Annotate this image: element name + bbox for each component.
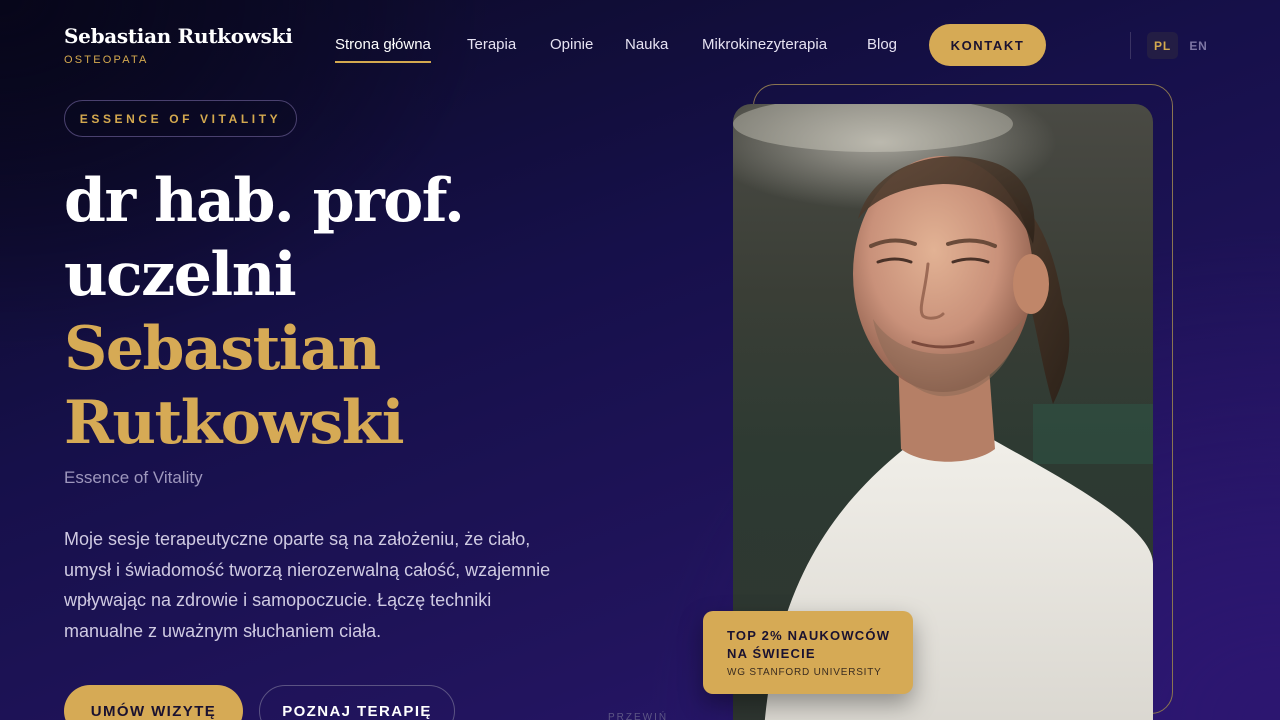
nav-item-terapia[interactable]: Terapia	[467, 36, 516, 53]
hero-name-line-1: Sebastian	[64, 314, 381, 384]
hero-title-line-2: uczelni	[64, 240, 297, 310]
discover-therapy-button[interactable]: POZNAJ TERAPIĘ	[259, 685, 455, 720]
hero-title-line-1: dr hab. prof.	[64, 166, 465, 236]
brand[interactable]: Sebastian Rutkowski OSTEOPATA	[64, 24, 293, 66]
nav-item-opinie[interactable]: Opinie	[550, 36, 593, 53]
nav-item-strona-glowna[interactable]: Strona główna	[335, 36, 431, 63]
hero-headline: dr hab. prof. uczelni Sebastian Rutkowsk…	[64, 164, 624, 460]
hero-tagline: Essence of Vitality	[64, 468, 203, 487]
brand-subtitle: OSTEOPATA	[64, 54, 149, 66]
nav-item-blog[interactable]: Blog	[867, 36, 897, 53]
hero-name-line-2: Rutkowski	[64, 388, 405, 458]
nav-item-nauka[interactable]: Nauka	[625, 36, 668, 53]
hero-description: Moje sesje terapeutyczne oparte są na za…	[64, 529, 551, 641]
award-card: TOP 2% NAUKOWCÓW NA ŚWIECIE WG STANFORD …	[703, 611, 913, 694]
contact-button[interactable]: KONTAKT	[929, 24, 1046, 66]
award-subtitle: WG STANFORD UNIVERSITY	[727, 667, 882, 678]
language-pl-button[interactable]: PL	[1147, 32, 1178, 59]
award-title: TOP 2% NAUKOWCÓW NA ŚWIECIE	[727, 628, 891, 661]
brand-name: Sebastian Rutkowski	[64, 24, 293, 48]
nav-item-mikrokinezyterapia[interactable]: Mikrokinezyterapia	[702, 36, 827, 53]
language-en-button[interactable]: EN	[1183, 32, 1214, 59]
scroll-hint[interactable]: PRZEWIŃ	[608, 712, 668, 720]
book-visit-button[interactable]: UMÓW WIZYTĘ	[64, 685, 243, 720]
hero-badge: ESSENCE OF VITALITY	[64, 100, 297, 137]
header-divider	[1130, 32, 1131, 59]
